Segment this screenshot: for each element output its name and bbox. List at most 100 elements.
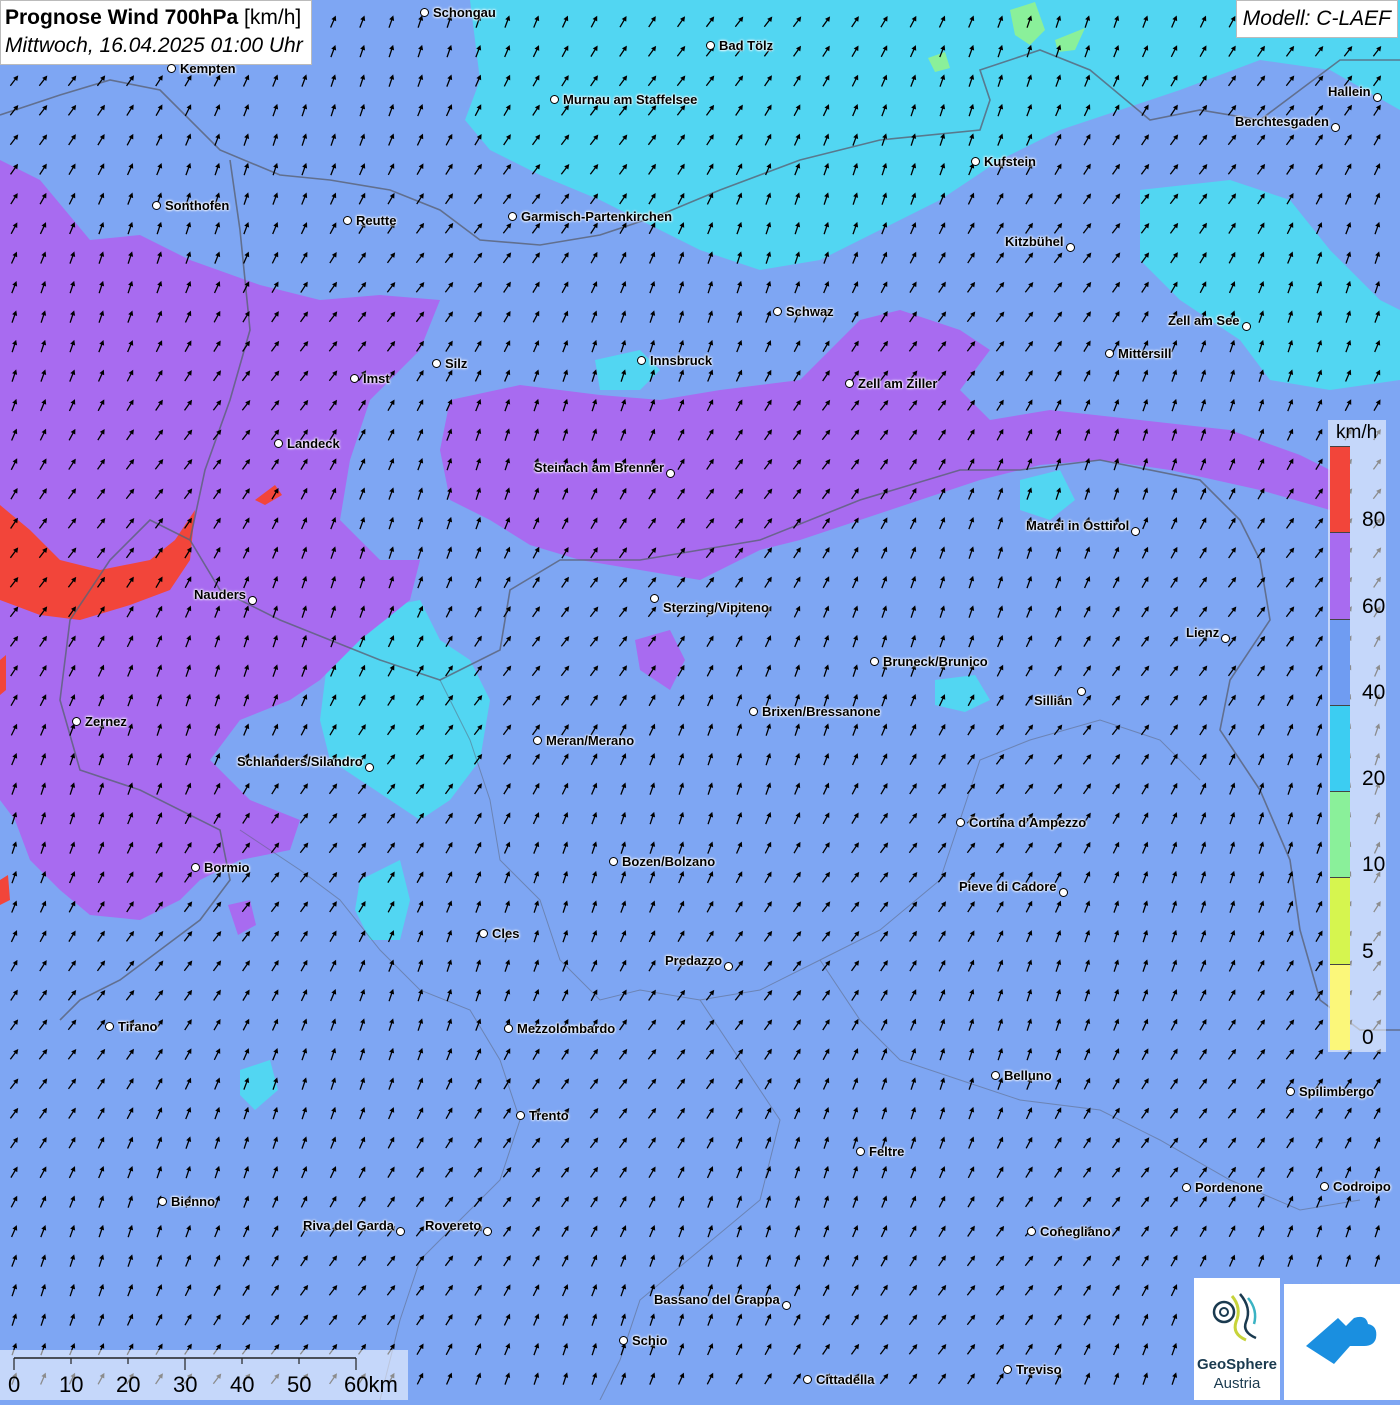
city-label: Bassano del Grappa bbox=[654, 1292, 780, 1307]
city-marker[interactable] bbox=[724, 962, 733, 971]
city-marker[interactable] bbox=[1320, 1182, 1329, 1191]
city-label: Brixen/Bressanone bbox=[762, 704, 881, 719]
city-marker[interactable] bbox=[105, 1022, 114, 1031]
city-label: Conegliano bbox=[1040, 1224, 1111, 1239]
city-label: Schongau bbox=[433, 5, 496, 20]
city-marker[interactable] bbox=[619, 1336, 628, 1345]
city-marker[interactable] bbox=[773, 307, 782, 316]
city-label: Feltre bbox=[869, 1144, 905, 1159]
scale-label: 40 bbox=[230, 1372, 255, 1397]
city-label: Silz bbox=[445, 356, 468, 371]
city-marker[interactable] bbox=[533, 736, 542, 745]
city-marker[interactable] bbox=[870, 657, 879, 666]
city-marker[interactable] bbox=[432, 359, 441, 368]
geosphere-name: GeoSphere bbox=[1196, 1356, 1278, 1373]
geosphere-emblem-icon bbox=[1212, 1293, 1257, 1342]
city-label: Imst bbox=[363, 371, 390, 386]
city-marker[interactable] bbox=[1131, 527, 1140, 536]
city-marker[interactable] bbox=[1242, 322, 1251, 331]
city-marker[interactable] bbox=[158, 1197, 167, 1206]
city-label: Zell am See bbox=[1168, 313, 1240, 328]
city-marker[interactable] bbox=[248, 596, 257, 605]
city-marker[interactable] bbox=[72, 717, 81, 726]
city-label: Schlanders/Silandro bbox=[237, 754, 363, 769]
legend-color-step bbox=[1330, 791, 1350, 878]
city-label: Innsbruck bbox=[650, 353, 713, 368]
scale-bar: 0 10 20 30 40 50 60km bbox=[0, 1350, 408, 1400]
city-marker[interactable] bbox=[1182, 1183, 1191, 1192]
city-label: Belluno bbox=[1004, 1068, 1052, 1083]
city-marker[interactable] bbox=[991, 1071, 1000, 1080]
city-label: Hallein bbox=[1328, 84, 1371, 99]
city-marker[interactable] bbox=[1003, 1365, 1012, 1374]
city-marker[interactable] bbox=[971, 157, 980, 166]
city-label: Steinach am Brenner bbox=[534, 460, 665, 475]
color-legend: km/h 80 60 40 20 10 5 0 bbox=[1328, 420, 1386, 1052]
city-label: Zell am Ziller bbox=[858, 376, 938, 391]
city-marker[interactable] bbox=[609, 857, 618, 866]
city-marker[interactable] bbox=[803, 1375, 812, 1384]
city-marker[interactable] bbox=[516, 1111, 525, 1120]
city-marker[interactable] bbox=[1027, 1227, 1036, 1236]
city-marker[interactable] bbox=[845, 379, 854, 388]
city-marker[interactable] bbox=[152, 201, 161, 210]
city-marker[interactable] bbox=[479, 929, 488, 938]
city-label: Riva del Garda bbox=[303, 1218, 395, 1233]
city-marker[interactable] bbox=[1221, 634, 1230, 643]
legend-color-bar bbox=[1330, 446, 1350, 1050]
weather-app-logo[interactable] bbox=[1284, 1284, 1400, 1400]
city-marker[interactable] bbox=[508, 212, 517, 221]
city-marker[interactable] bbox=[350, 374, 359, 383]
city-label: Cittadella bbox=[816, 1372, 875, 1387]
city-marker[interactable] bbox=[749, 707, 758, 716]
legend-tick-label: 60 bbox=[1362, 594, 1386, 618]
legend-color-step bbox=[1330, 532, 1350, 619]
city-label: Mezzolombardo bbox=[517, 1021, 616, 1036]
city-marker[interactable] bbox=[396, 1227, 405, 1236]
scale-label: 30 bbox=[173, 1372, 198, 1397]
legend-color-step bbox=[1330, 877, 1350, 964]
scale-label: 60km bbox=[344, 1372, 398, 1397]
city-marker[interactable] bbox=[191, 863, 200, 872]
city-marker[interactable] bbox=[1059, 888, 1068, 897]
city-marker[interactable] bbox=[650, 594, 659, 603]
city-label: Matrei in Osttirol bbox=[1026, 518, 1130, 533]
city-label: Predazzo bbox=[665, 953, 723, 968]
city-marker[interactable] bbox=[1066, 243, 1075, 252]
city-marker[interactable] bbox=[1105, 349, 1114, 358]
geosphere-logo[interactable]: GeoSphere Austria bbox=[1194, 1278, 1280, 1400]
city-marker[interactable] bbox=[1077, 687, 1086, 696]
city-label: Kitzbühel bbox=[1005, 234, 1064, 249]
city-marker[interactable] bbox=[956, 818, 965, 827]
city-marker[interactable] bbox=[856, 1147, 865, 1156]
city-label: Treviso bbox=[1016, 1362, 1062, 1377]
city-label: Sillian bbox=[1034, 693, 1073, 708]
city-marker[interactable] bbox=[782, 1301, 791, 1310]
city-marker[interactable] bbox=[706, 41, 715, 50]
city-marker[interactable] bbox=[1331, 123, 1340, 132]
geosphere-sub: Austria bbox=[1213, 1375, 1261, 1392]
city-marker[interactable] bbox=[1373, 93, 1382, 102]
legend-color-step bbox=[1330, 618, 1350, 705]
city-marker[interactable] bbox=[274, 439, 283, 448]
city-marker[interactable] bbox=[504, 1024, 513, 1033]
map-title-main: Prognose Wind 700hPa bbox=[5, 6, 239, 29]
scale-label: 20 bbox=[116, 1372, 141, 1397]
city-marker[interactable] bbox=[167, 64, 176, 73]
city-marker[interactable] bbox=[343, 216, 352, 225]
city-marker[interactable] bbox=[1286, 1087, 1295, 1096]
city-marker[interactable] bbox=[420, 8, 429, 17]
city-marker[interactable] bbox=[637, 356, 646, 365]
city-marker[interactable] bbox=[666, 469, 675, 478]
cloud-arrow-icon bbox=[1306, 1316, 1377, 1364]
city-label: Bormio bbox=[204, 860, 250, 875]
city-label: Pieve di Cadore bbox=[959, 879, 1057, 894]
city-marker[interactable] bbox=[483, 1227, 492, 1236]
legend-color-step bbox=[1330, 963, 1350, 1050]
city-label: Reutte bbox=[356, 213, 397, 228]
legend-tick-label: 10 bbox=[1362, 853, 1386, 877]
city-marker[interactable] bbox=[550, 95, 559, 104]
city-label: Cles bbox=[492, 926, 520, 941]
city-label: Landeck bbox=[287, 436, 340, 451]
city-marker[interactable] bbox=[365, 763, 374, 772]
